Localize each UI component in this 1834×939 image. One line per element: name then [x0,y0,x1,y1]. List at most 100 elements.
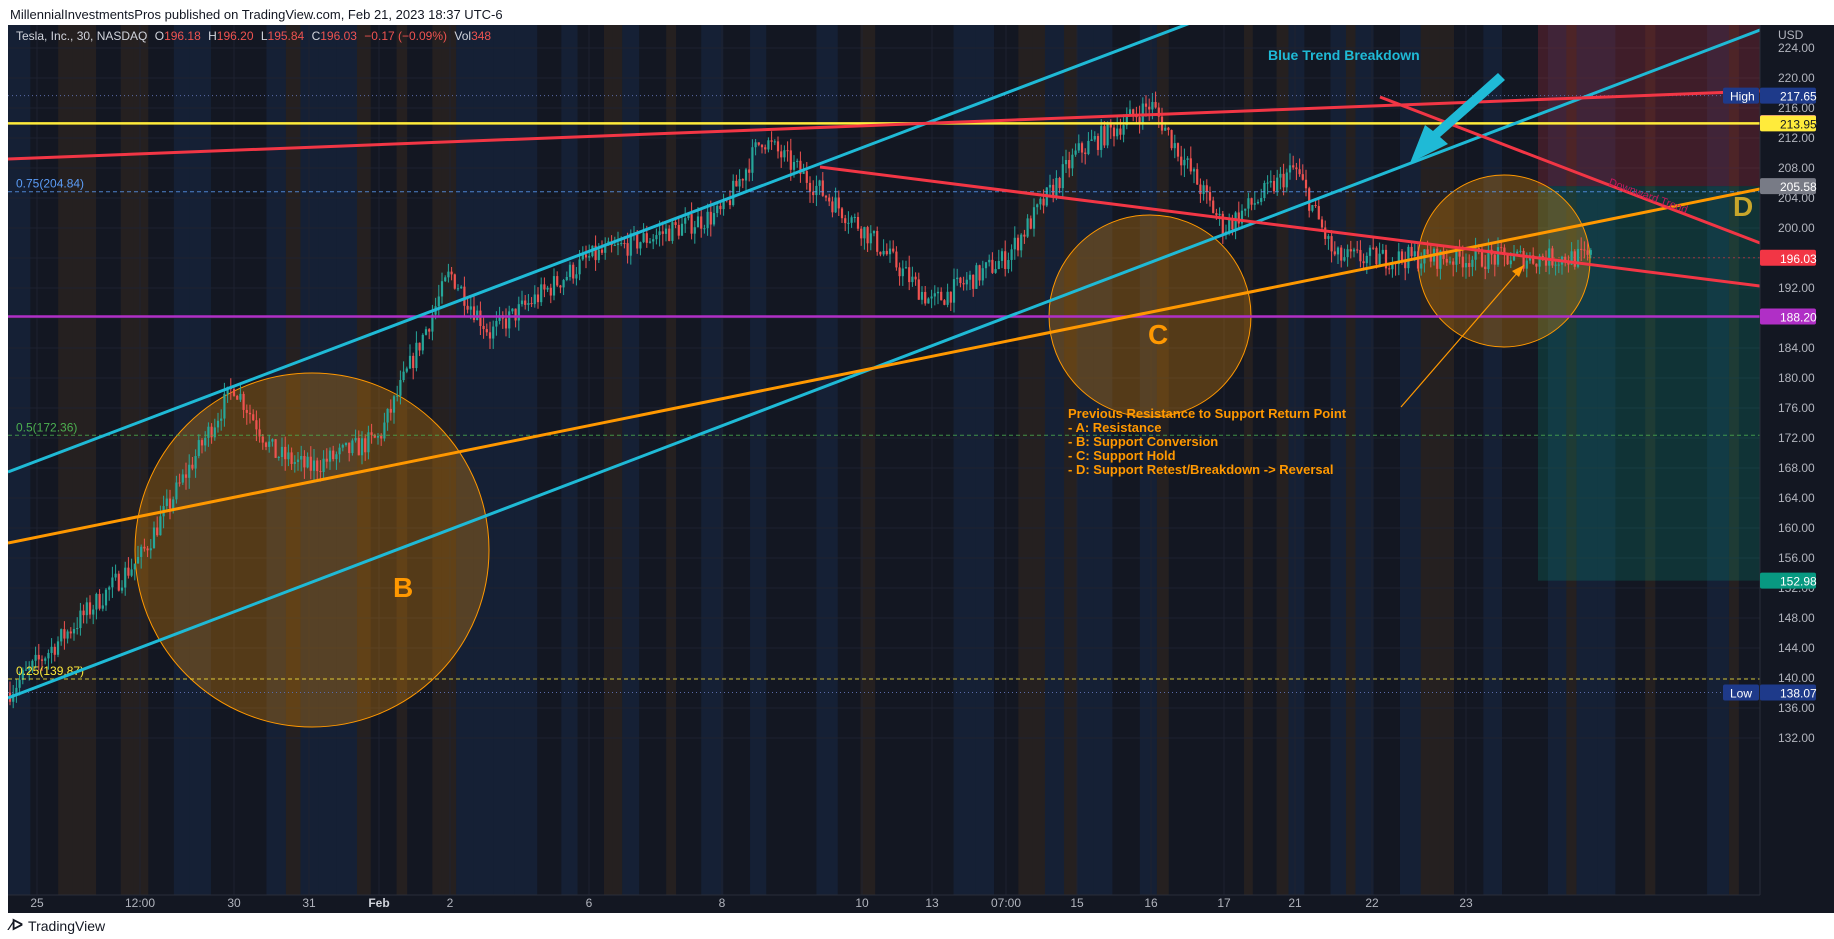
candle-body [1039,198,1042,205]
candle-body [780,151,783,158]
candle-body [703,228,706,230]
candle-body [706,211,709,229]
candle-body [1410,246,1413,257]
session-band [666,25,677,895]
candle-body [402,371,405,381]
candle-body [636,232,639,249]
candle-body [348,442,351,454]
candle-body [440,281,444,297]
note-line: - A: Resistance [1068,420,1161,435]
candle-body [482,325,485,330]
candle-body [1554,264,1557,266]
candle-body [127,567,130,576]
candle-body [133,563,136,570]
session-band [816,25,838,895]
candle-body [783,150,786,158]
y-tick-label: 160.00 [1778,521,1815,535]
candle-body [511,308,514,312]
session-band [537,25,561,895]
candle-body [1285,172,1288,188]
session-band [676,25,701,895]
candle-body [1356,249,1359,251]
candle-body [1090,139,1093,141]
candle-body [114,573,117,578]
candle-body [872,230,876,234]
session-band [1276,25,1289,895]
candle-body [696,216,700,228]
candle-body [146,548,149,551]
note-line: - D: Support Retest/Breakdown -> Reversa… [1068,462,1333,477]
candle-body [252,414,255,421]
candle-body [274,439,277,458]
candle-body [485,329,488,333]
candle-body [1279,173,1282,178]
candle-body [460,286,463,289]
candle-body [261,436,264,443]
session-band [1018,25,1033,895]
candle-body [866,227,869,244]
chart-frame[interactable]: 0.75(204.84) 0.5(172.36) 0.25(139.87) Blue… [8,25,1834,913]
candle-body [1036,204,1039,208]
price-label-text: 138.07 [1780,686,1817,700]
candle-body [949,291,952,303]
candle-body [575,274,578,279]
candle-body [1061,164,1064,189]
candle-body [876,230,879,252]
candle-body [668,228,671,241]
candle-body [332,450,335,460]
candle-body [850,217,853,223]
candle-body [888,248,892,255]
candle-body [1228,219,1231,232]
candle-body [1122,125,1125,135]
session-band [1244,25,1253,895]
candle-body [1317,206,1320,220]
candle-body [991,259,994,273]
candle-body [156,527,159,536]
candle-body [120,587,124,591]
candle-body [735,180,738,187]
candle-body [60,629,63,642]
candle-body [578,259,581,275]
candle-body [677,224,680,236]
candle-body [828,197,831,202]
candle-body [1071,154,1074,169]
session-band [603,25,613,895]
candle-body [1464,263,1468,268]
candle-body [1144,103,1148,107]
session-band [493,25,515,895]
candle-body [456,288,460,290]
candle-body [1551,248,1554,266]
candle-body [540,284,543,303]
candle-body [840,208,844,219]
candle-body [399,380,402,396]
candle-body [984,262,988,269]
y-tick-label: 176.00 [1778,401,1815,415]
candle-body [184,474,188,478]
candle-body [1103,126,1106,146]
tradingview-logo[interactable]: ⁄ᐅ TradingView [10,916,105,936]
candle-body [341,445,344,448]
candle-body [1183,159,1186,166]
candle-body [1199,184,1202,195]
candle-body [770,140,773,142]
candle-body [136,556,140,564]
candle-body [911,276,914,283]
y-tick-label: 164.00 [1778,491,1815,505]
candle-body [1445,258,1448,263]
candle-body [300,456,303,460]
candle-body [1100,126,1103,150]
publish-info: MillennialInvestmentsPros published on T… [10,7,503,22]
candle-body [159,516,162,536]
candle-body [1068,159,1071,169]
price-chart[interactable]: 0.75(204.84) 0.5(172.36) 0.25(139.87) Blue… [8,25,1834,913]
candle-body [764,147,767,150]
x-tick-label: 12:00 [125,896,155,910]
candle-body [466,305,469,310]
x-tick-label: 16 [1144,896,1158,910]
candle-body [642,233,645,243]
candle-body [552,276,556,296]
candle-body [277,457,280,459]
candle-body [412,355,415,369]
candle-body [946,291,949,305]
x-tick-label: 07:00 [991,896,1021,910]
